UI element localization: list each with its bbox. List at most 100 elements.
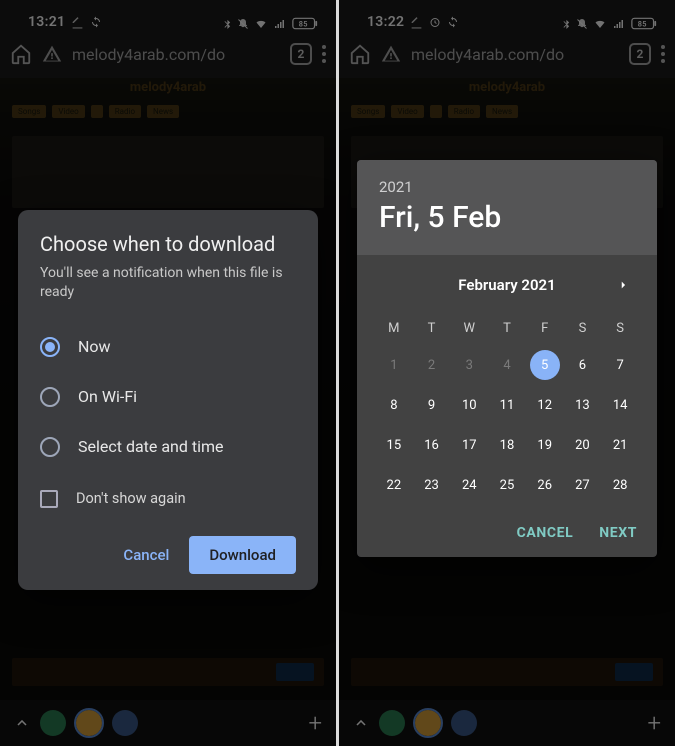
- wifi-icon: [254, 18, 268, 30]
- phone-left: 13:21 85 melody4arab.com/do 2 melody4ara…: [0, 0, 336, 746]
- dock: +: [0, 700, 336, 746]
- bluetooth-icon: [222, 18, 232, 30]
- option-on-wifi[interactable]: On Wi-Fi: [40, 372, 296, 422]
- dow-header: T: [488, 313, 526, 343]
- home-icon[interactable]: [10, 43, 32, 65]
- add-tab-icon[interactable]: +: [308, 709, 322, 737]
- calendar-day[interactable]: 12: [526, 387, 564, 423]
- dont-show-again-row[interactable]: Don't show again: [40, 490, 296, 508]
- calendar-day[interactable]: 17: [450, 427, 488, 463]
- status-bar: 13:22 85: [339, 0, 675, 30]
- calendar-day[interactable]: 19: [526, 427, 564, 463]
- site-warning-icon[interactable]: [381, 44, 401, 64]
- calendar-day[interactable]: 24: [450, 467, 488, 503]
- calendar-day[interactable]: 25: [488, 467, 526, 503]
- sync-icon: [447, 16, 459, 28]
- url-text[interactable]: melody4arab.com/do: [411, 45, 619, 64]
- calendar-day[interactable]: 28: [601, 467, 639, 503]
- next-button[interactable]: NEXT: [599, 525, 637, 541]
- calendar-day[interactable]: 26: [526, 467, 564, 503]
- battery-icon: 85: [292, 17, 318, 30]
- mute-icon: [576, 18, 588, 30]
- dock: +: [339, 700, 675, 746]
- option-select-date-time[interactable]: Select date and time: [40, 422, 296, 472]
- option-label: On Wi-Fi: [78, 387, 137, 406]
- dow-header: S: [564, 313, 602, 343]
- overflow-menu-icon[interactable]: [661, 45, 665, 63]
- dock-app-3[interactable]: [112, 710, 138, 736]
- dow-header: M: [375, 313, 413, 343]
- chevron-up-icon[interactable]: [14, 715, 30, 731]
- signal-icon: [273, 18, 287, 30]
- calendar-day-disabled: 1: [375, 347, 413, 383]
- radio-icon: [40, 437, 60, 457]
- clock: 13:21: [28, 14, 65, 30]
- calendar-day[interactable]: 11: [488, 387, 526, 423]
- dock-app-2[interactable]: [415, 710, 441, 736]
- download-button[interactable]: Download: [189, 536, 296, 574]
- clock: 13:22: [367, 14, 404, 30]
- month-nav: February 2021: [375, 267, 639, 303]
- tab-count[interactable]: 2: [629, 43, 651, 65]
- calendar-day[interactable]: 22: [375, 467, 413, 503]
- calendar-day[interactable]: 7: [601, 347, 639, 383]
- radio-icon: [40, 337, 60, 357]
- dock-app-3[interactable]: [451, 710, 477, 736]
- dow-header: W: [450, 313, 488, 343]
- calendar-day[interactable]: 15: [375, 427, 413, 463]
- selected-date-label: Fri, 5 Feb: [379, 200, 635, 235]
- dialog-title: Choose when to download: [40, 232, 296, 256]
- battery-icon: 85: [631, 17, 657, 30]
- date-picker-dialog: 2021 Fri, 5 Feb February 2021 MTWTFSS123…: [357, 160, 657, 557]
- cancel-button[interactable]: Cancel: [119, 538, 173, 572]
- svg-text:85: 85: [299, 20, 308, 29]
- calendar-day[interactable]: 5: [526, 347, 564, 383]
- svg-text:85: 85: [638, 20, 647, 29]
- dock-app-1[interactable]: [379, 710, 405, 736]
- calendar-day-disabled: 3: [450, 347, 488, 383]
- calendar-day[interactable]: 16: [413, 427, 451, 463]
- option-now[interactable]: Now: [40, 322, 296, 372]
- calendar-day[interactable]: 6: [564, 347, 602, 383]
- download-schedule-dialog: Choose when to download You'll see a not…: [18, 210, 318, 590]
- url-bar: melody4arab.com/do 2: [339, 30, 675, 78]
- next-month-button[interactable]: [611, 273, 635, 297]
- calendar-day[interactable]: 8: [375, 387, 413, 423]
- dow-header: S: [601, 313, 639, 343]
- site-warning-icon[interactable]: [42, 44, 62, 64]
- calendar-day[interactable]: 20: [564, 427, 602, 463]
- calendar-day[interactable]: 21: [601, 427, 639, 463]
- calendar-day[interactable]: 14: [601, 387, 639, 423]
- calendar-day[interactable]: 13: [564, 387, 602, 423]
- year-label[interactable]: 2021: [379, 178, 635, 196]
- dock-app-2[interactable]: [76, 710, 102, 736]
- option-label: Select date and time: [78, 437, 224, 456]
- month-label: February 2021: [458, 276, 555, 294]
- url-text[interactable]: melody4arab.com/do: [72, 45, 280, 64]
- cancel-button[interactable]: CANCEL: [517, 525, 574, 541]
- signal-icon: [612, 18, 626, 30]
- calendar-day[interactable]: 9: [413, 387, 451, 423]
- dow-header: T: [413, 313, 451, 343]
- calendar-day[interactable]: 10: [450, 387, 488, 423]
- dnd-icon: [410, 16, 423, 29]
- calendar-day-disabled: 2: [413, 347, 451, 383]
- date-picker-header: 2021 Fri, 5 Feb: [357, 160, 657, 255]
- bluetooth-icon: [561, 18, 571, 30]
- calendar-day[interactable]: 18: [488, 427, 526, 463]
- wifi-icon: [593, 18, 607, 30]
- overflow-menu-icon[interactable]: [322, 45, 326, 63]
- calendar-day[interactable]: 27: [564, 467, 602, 503]
- chevron-up-icon[interactable]: [353, 715, 369, 731]
- dock-app-1[interactable]: [40, 710, 66, 736]
- url-bar: melody4arab.com/do 2: [0, 30, 336, 78]
- add-tab-icon[interactable]: +: [647, 709, 661, 737]
- status-bar: 13:21 85: [0, 0, 336, 30]
- calendar-grid: MTWTFSS123456789101112131415161718192021…: [375, 313, 639, 503]
- radio-icon: [40, 387, 60, 407]
- checkbox-icon: [40, 490, 58, 508]
- calendar-day[interactable]: 23: [413, 467, 451, 503]
- home-icon[interactable]: [349, 43, 371, 65]
- mute-icon: [237, 18, 249, 30]
- tab-count[interactable]: 2: [290, 43, 312, 65]
